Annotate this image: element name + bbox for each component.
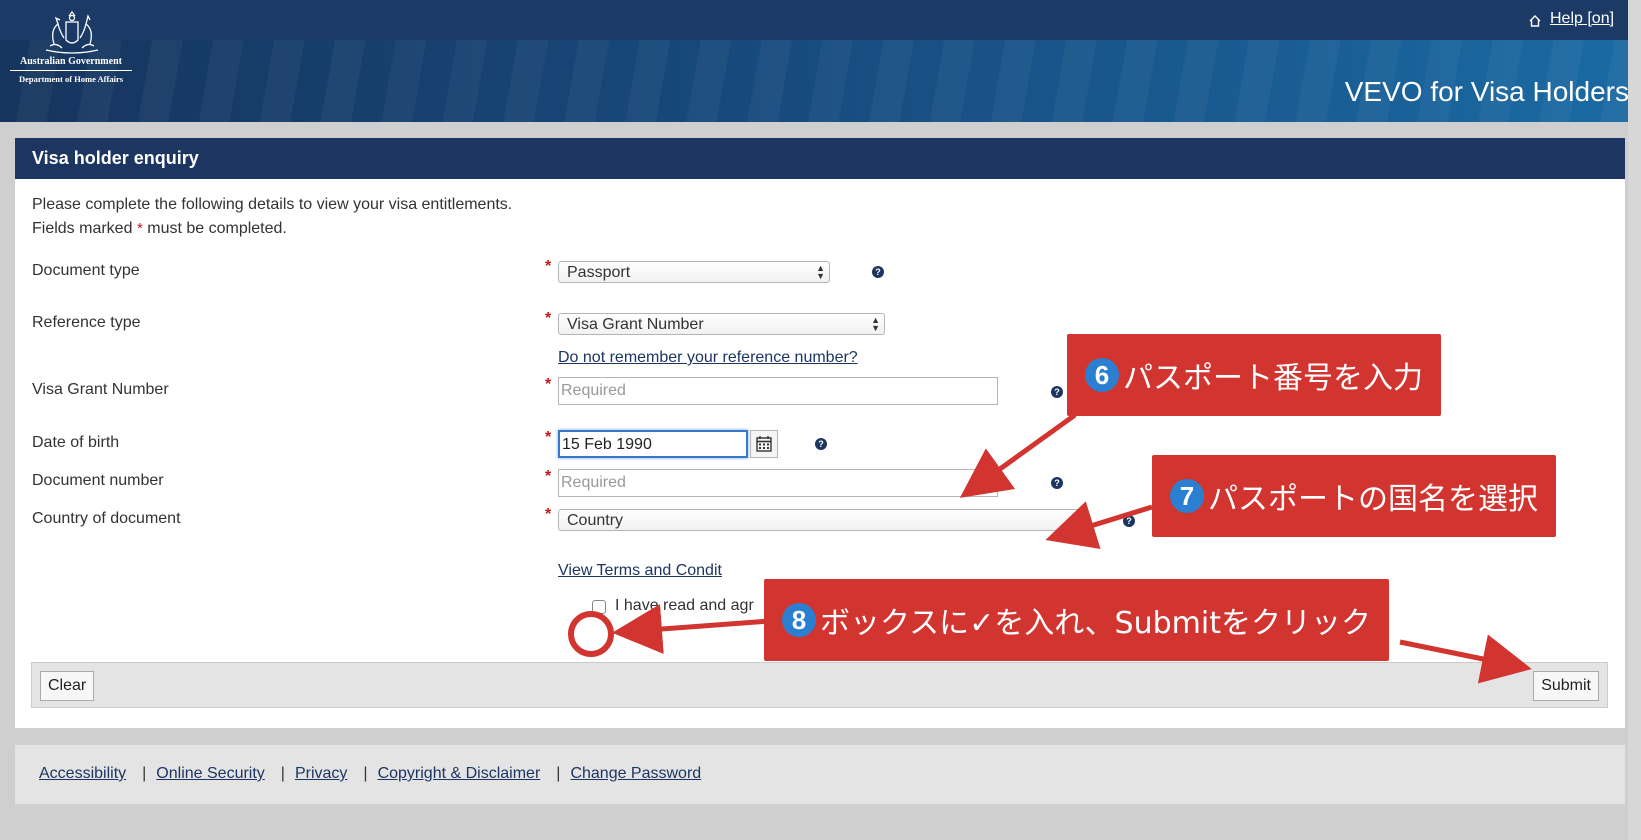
document-type-select[interactable]: Passport ▲ ▼ — [558, 261, 830, 283]
intro-text: Please complete the following details to… — [32, 196, 513, 213]
required-star: * — [545, 506, 552, 523]
help-icon[interactable]: ? — [1051, 477, 1063, 489]
footer-link-online-security[interactable]: Online Security — [156, 765, 265, 782]
coat-of-arms-icon — [45, 10, 99, 54]
button-bar: Clear Submit — [31, 662, 1608, 708]
help-icon[interactable]: ? — [1123, 515, 1135, 527]
footer-link-privacy[interactable]: Privacy — [295, 765, 347, 782]
callout-step7: 7 パスポートの国名を選択 — [1152, 455, 1556, 537]
date-of-birth-label: Date of birth — [32, 434, 120, 451]
step-number-badge: 8 — [782, 603, 816, 637]
required-note: Fields marked * must be completed. — [32, 220, 287, 237]
app-title: VEVO for Visa Holders — [1344, 76, 1629, 107]
visa-grant-number-input[interactable]: Required — [558, 377, 998, 405]
document-number-input[interactable]: Required — [558, 469, 998, 497]
panel-title: Visa holder enquiry — [15, 138, 1625, 179]
required-star: * — [545, 468, 552, 485]
select-arrows-icon: ▲ ▼ — [816, 263, 825, 281]
agree-label: I have read and agr — [615, 597, 754, 614]
submit-button[interactable]: Submit — [1533, 671, 1599, 701]
select-arrows-icon: ▲ ▼ — [871, 315, 880, 333]
agree-checkbox[interactable] — [592, 600, 606, 614]
reference-type-select[interactable]: Visa Grant Number ▲ ▼ — [558, 313, 885, 335]
site-header: Australian Government Department of Home… — [0, 0, 1641, 122]
help-link[interactable]: Help [on] — [1528, 10, 1614, 28]
gov-name: Australian Government — [10, 56, 132, 71]
required-star: * — [136, 220, 143, 237]
help-icon[interactable]: ? — [872, 266, 884, 278]
footer-link-accessibility[interactable]: Accessibility — [39, 765, 126, 782]
clear-button[interactable]: Clear — [40, 671, 95, 701]
step-number-badge: 6 — [1085, 358, 1119, 392]
callout-step6: 6 パスポート番号を入力 — [1067, 334, 1441, 416]
forgot-reference-link[interactable]: Do not remember your reference number? — [558, 349, 858, 367]
callout-step8: 8 ボックスに✓を入れ、Submitをクリック — [764, 579, 1389, 661]
help-icon[interactable]: ? — [815, 438, 827, 450]
reference-type-label: Reference type — [32, 314, 141, 331]
date-of-birth-input[interactable]: 15 Feb 1990 — [558, 430, 748, 458]
footer-links: Accessibility | Online Security | Privacy | Co… — [39, 765, 702, 782]
footer-link-change-password[interactable]: Change Password — [570, 765, 701, 782]
header-top-bar — [0, 0, 1641, 40]
calendar-icon — [756, 436, 772, 452]
country-select[interactable]: Country ▲ ▼ — [558, 509, 1082, 531]
required-star: * — [545, 376, 552, 393]
select-arrows-icon: ▲ ▼ — [1068, 511, 1077, 529]
step-number-badge: 7 — [1170, 479, 1204, 513]
document-number-label: Document number — [32, 472, 164, 489]
help-icon[interactable]: ? — [1051, 386, 1063, 398]
document-type-label: Document type — [32, 262, 140, 279]
terms-link[interactable]: View Terms and Condit — [558, 562, 722, 580]
required-star: * — [545, 310, 552, 327]
calendar-button[interactable] — [750, 430, 778, 458]
required-star: * — [545, 258, 552, 275]
visa-grant-number-label: Visa Grant Number — [32, 381, 169, 398]
department-name: Department of Home Affairs — [18, 74, 124, 84]
site-footer: Accessibility | Online Security | Privacy | Co… — [15, 745, 1625, 804]
country-of-document-label: Country of document — [32, 510, 181, 527]
footer-link-copyright[interactable]: Copyright & Disclaimer — [378, 765, 541, 782]
required-star: * — [545, 429, 552, 446]
window-edge — [1628, 0, 1641, 840]
